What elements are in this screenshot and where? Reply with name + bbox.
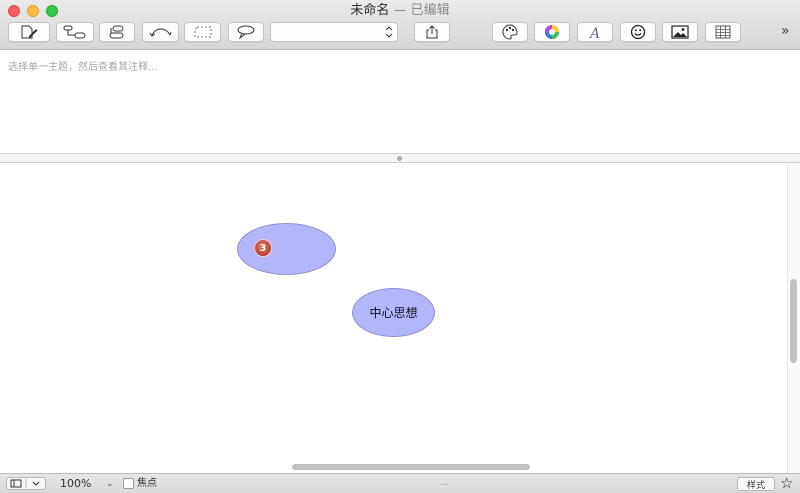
- fonts-button[interactable]: A: [577, 22, 613, 42]
- callout-button[interactable]: [228, 22, 264, 42]
- palette-icon: [502, 24, 518, 40]
- vertical-scrollbar-thumb[interactable]: [790, 279, 797, 363]
- theme-button[interactable]: [492, 22, 528, 42]
- smiley-icon: [630, 24, 646, 40]
- star-icon[interactable]: ☆: [780, 475, 793, 491]
- font-icon: A: [588, 26, 600, 39]
- table-button[interactable]: [705, 22, 741, 42]
- subtopic-button[interactable]: [56, 22, 94, 42]
- status-dots: ...: [440, 478, 449, 488]
- new-topic-button[interactable]: [8, 22, 50, 42]
- panel-splitter[interactable]: [0, 154, 800, 163]
- callout-icon: [237, 25, 255, 39]
- style-button[interactable]: 样式: [737, 477, 775, 491]
- floating-topic[interactable]: 3: [237, 223, 336, 275]
- relationship-arrow-icon: [149, 28, 171, 37]
- table-icon: [715, 25, 731, 39]
- svg-text:A: A: [588, 26, 600, 39]
- emoji-button[interactable]: [620, 22, 656, 42]
- horizontal-scrollbar-thumb[interactable]: [292, 464, 530, 470]
- priority-badge: 3: [255, 240, 271, 256]
- document-title: 未命名: [350, 3, 390, 18]
- title-bar: 未命名 — 已编辑 A »: [0, 0, 800, 50]
- splitter-handle[interactable]: [397, 156, 402, 161]
- zoom-dropdown-icon[interactable]: ⌄: [106, 477, 114, 491]
- topic-style-select[interactable]: [270, 22, 398, 42]
- color-wheel-icon: [545, 25, 559, 39]
- share-button[interactable]: [414, 22, 450, 42]
- colors-button[interactable]: [534, 22, 570, 42]
- notes-panel[interactable]: 选择单一主题，然后查看其注释...: [0, 50, 800, 154]
- boundary-button[interactable]: [184, 22, 221, 42]
- window-title: 未命名 — 已编辑: [0, 2, 800, 20]
- sibling-topic-icon: [109, 25, 124, 39]
- mind-map-canvas[interactable]: 3 中心思想: [0, 163, 800, 473]
- chevron-updown-icon: [385, 26, 393, 38]
- status-bar: 100% ⌄ 焦点 ... 样式 ☆: [0, 473, 800, 493]
- document-edit-icon: [21, 25, 38, 39]
- subtopic-icon: [63, 25, 86, 39]
- boundary-icon: [194, 26, 211, 38]
- central-topic[interactable]: 中心思想: [352, 288, 435, 337]
- central-topic-label: 中心思想: [369, 306, 418, 320]
- zoom-level[interactable]: 100%: [60, 477, 91, 491]
- image-button[interactable]: [662, 22, 698, 42]
- focus-label: 焦点: [137, 478, 157, 489]
- focus-checkbox[interactable]: [123, 478, 134, 489]
- relationship-button[interactable]: [142, 22, 179, 42]
- image-icon: [671, 25, 689, 39]
- notes-placeholder: 选择单一主题，然后查看其注释...: [8, 62, 158, 73]
- sibling-topic-button[interactable]: [99, 22, 135, 42]
- share-icon: [426, 25, 438, 39]
- edited-status: — 已编辑: [393, 3, 450, 18]
- toolbar-overflow-button[interactable]: »: [781, 22, 790, 40]
- sidebar-toggle-button[interactable]: [6, 477, 46, 490]
- sidebar-icon: [10, 479, 40, 488]
